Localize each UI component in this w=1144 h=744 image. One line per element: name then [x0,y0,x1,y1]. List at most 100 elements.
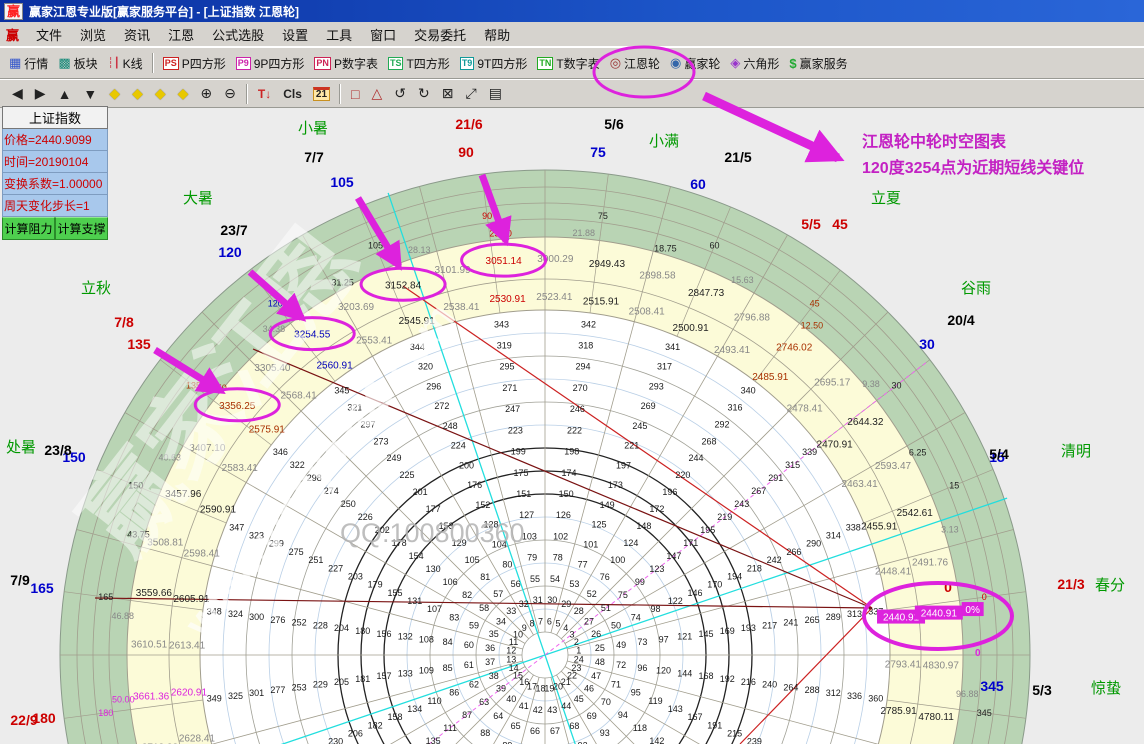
down-button[interactable]: ▼ [77,85,103,103]
svg-text:170: 170 [707,580,722,590]
svg-text:120: 120 [218,244,242,260]
svg-text:99: 99 [635,577,645,587]
svg-text:85: 85 [443,663,453,673]
svg-text:205: 205 [334,677,349,687]
diamond-right-button[interactable]: ◆ [126,84,149,103]
svg-text:63: 63 [479,697,489,707]
menu-item-file[interactable]: 文件 [27,23,71,46]
svg-text:199: 199 [511,447,526,457]
toolbar-sectors[interactable]: ▩板块 [53,53,102,74]
menu-item-news[interactable]: 资讯 [115,23,159,46]
toolbar-kline[interactable]: ┆┃K线 [103,53,148,74]
svg-text:241: 241 [783,618,798,628]
svg-text:149: 149 [600,500,615,510]
svg-text:立秋: 立秋 [81,280,111,297]
svg-text:221: 221 [624,441,639,451]
cls-button[interactable]: Cls [277,86,308,102]
calendar-button[interactable]: 21 [313,87,330,101]
svg-text:2898.58: 2898.58 [639,270,676,281]
toolbar-hexagon[interactable]: ◈六角形 [725,53,784,74]
svg-text:154: 154 [409,551,424,561]
menu-item-tools[interactable]: 工具 [317,23,361,46]
up-button[interactable]: ▲ [52,85,78,103]
calc-support-button[interactable]: 计算支撑 [55,217,108,240]
next-button[interactable]: ▶ [29,84,52,103]
toolbar-quotes[interactable]: ▦行情 [4,53,53,74]
board-button[interactable]: ▤ [483,84,508,103]
triangle-tool-button[interactable]: △ [366,84,389,103]
svg-text:72: 72 [616,660,626,670]
square-tool-button[interactable]: □ [345,85,365,103]
menu-item-help[interactable]: 帮助 [475,23,519,46]
zoom-out-button[interactable]: ⊖ [218,84,242,103]
svg-text:345: 345 [334,385,349,395]
prev-button[interactable]: ◀ [6,84,29,103]
diamond-up-button[interactable]: ◆ [149,84,172,103]
svg-text:251: 251 [308,555,323,565]
menu-item-browse[interactable]: 浏览 [71,23,115,46]
rotate-cw-button[interactable]: ↻ [412,84,436,103]
svg-text:217: 217 [762,620,777,630]
svg-text:76: 76 [600,572,610,582]
svg-text:45: 45 [574,694,584,704]
svg-text:294: 294 [575,362,590,372]
svg-text:147: 147 [666,551,681,561]
svg-text:275: 275 [289,547,304,557]
svg-text:2628.41: 2628.41 [179,734,216,744]
svg-text:300: 300 [249,612,264,622]
menu-item-formula-picker[interactable]: 公式选股 [203,23,273,46]
zoom-in-button[interactable]: ⊕ [194,84,218,103]
calc-resistance-button[interactable]: 计算阻力 [2,217,55,240]
svg-text:135: 135 [426,736,441,744]
expand-button[interactable]: ⤢ [459,84,482,103]
svg-text:2523.41: 2523.41 [536,292,573,303]
svg-text:75: 75 [590,144,606,160]
svg-text:345: 345 [977,708,992,718]
toolbar-winner-wheel[interactable]: ◉赢家轮 [665,53,725,74]
toolbar-gann-wheel[interactable]: ◎江恩轮 [605,53,665,74]
svg-text:93: 93 [600,728,610,738]
svg-text:267: 267 [751,486,766,496]
svg-text:2485.91: 2485.91 [752,372,789,383]
svg-text:206: 206 [348,729,363,739]
box-x-button[interactable]: ⊠ [436,84,460,103]
svg-text:2440.91: 2440.91 [921,609,958,620]
menu-item-window[interactable]: 窗口 [361,23,405,46]
svg-text:80: 80 [502,559,512,569]
rotate-ccw-button[interactable]: ↺ [388,84,412,103]
toolbar-t-square[interactable]: TST四方形 [383,53,455,74]
diamond-left-button[interactable]: ◆ [103,84,126,103]
menu-bar: 赢 文件 浏览 资讯 江恩 公式选股 设置 工具 窗口 交易委托 帮助 [0,22,1144,47]
toolbar-9t-square[interactable]: T99T四方形 [455,53,533,74]
svg-text:271: 271 [502,383,517,393]
svg-text:6.25: 6.25 [909,448,927,458]
svg-text:151: 151 [516,489,531,499]
t-line-button[interactable]: T↓ [252,86,277,102]
menu-item-trade[interactable]: 交易委托 [405,23,475,46]
svg-text:340: 340 [741,385,756,395]
menu-item-settings[interactable]: 设置 [273,23,317,46]
svg-text:292: 292 [715,419,730,429]
svg-text:60: 60 [464,640,474,650]
menu-item-gann[interactable]: 江恩 [159,23,203,46]
svg-text:2785.91: 2785.91 [881,706,918,717]
toolbar-winner-service[interactable]: $赢家服务 [784,53,852,74]
svg-text:247: 247 [505,404,520,414]
toolbar-p-table[interactable]: PNP数字表 [309,53,383,74]
svg-text:23/7: 23/7 [220,222,247,238]
svg-text:31: 31 [533,595,543,605]
svg-text:48: 48 [595,657,605,667]
svg-text:228: 228 [313,620,328,630]
toolbar-t-table[interactable]: TNT数字表 [532,53,604,74]
svg-text:24: 24 [574,654,584,664]
svg-text:143: 143 [668,704,683,714]
svg-text:2796.88: 2796.88 [734,312,771,323]
svg-text:288: 288 [805,685,820,695]
diamond-down-button[interactable]: ◆ [172,84,195,103]
svg-text:0: 0 [975,648,981,659]
svg-text:293: 293 [649,381,664,391]
svg-text:144: 144 [677,668,692,678]
toolbar-p-square[interactable]: PSP四方形 [158,53,231,74]
toolbar-9p-square[interactable]: P99P四方形 [231,53,310,74]
svg-text:175: 175 [513,468,528,478]
